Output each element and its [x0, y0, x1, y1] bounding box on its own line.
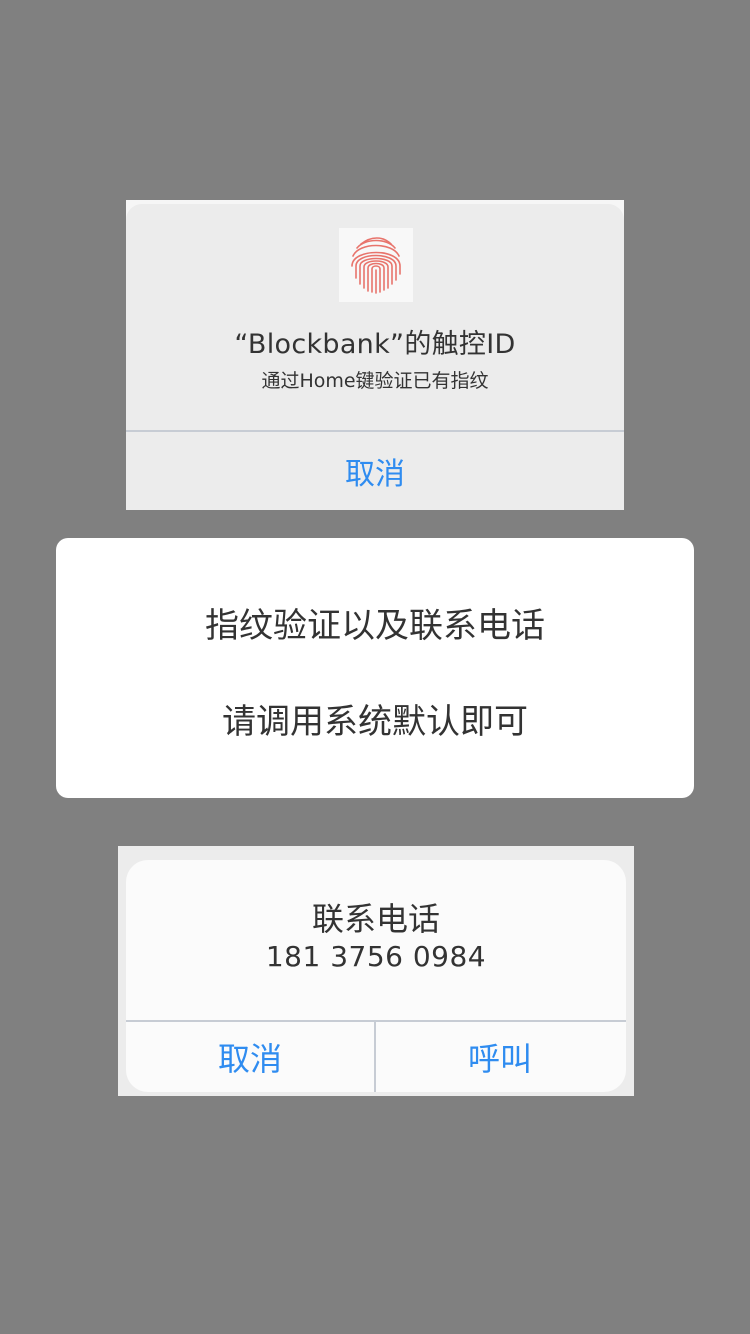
fingerprint-icon [351, 237, 401, 294]
touch-id-alert: “Blockbank”的触控ID 通过Home键验证已有指纹 取消 [126, 204, 624, 510]
touch-id-alert-screenshot: “Blockbank”的触控ID 通过Home键验证已有指纹 取消 [126, 200, 624, 510]
touch-id-cancel-button[interactable]: 取消 [126, 432, 624, 510]
phone-alert: 联系电话 181 3756 0984 取消 呼叫 [126, 860, 626, 1092]
touch-id-subtitle: 通过Home键验证已有指纹 [261, 370, 489, 392]
phone-alert-title: 联系电话 [311, 900, 440, 938]
phone-cancel-button[interactable]: 取消 [126, 1022, 374, 1092]
info-card: 指纹验证以及联系电话 请调用系统默认即可 [56, 538, 694, 798]
phone-call-button[interactable]: 呼叫 [376, 1022, 624, 1092]
phone-alert-screenshot: 联系电话 181 3756 0984 取消 呼叫 [118, 846, 634, 1096]
info-line-2: 请调用系统默认即可 [222, 702, 528, 742]
phone-number: 181 3756 0984 [265, 940, 487, 973]
fingerprint-icon-box [339, 228, 413, 302]
screen: “Blockbank”的触控ID 通过Home键验证已有指纹 取消 指纹验证以及… [0, 0, 750, 1334]
touch-id-title: “Blockbank”的触控ID [234, 329, 516, 360]
info-line-1: 指纹验证以及联系电话 [205, 606, 545, 646]
